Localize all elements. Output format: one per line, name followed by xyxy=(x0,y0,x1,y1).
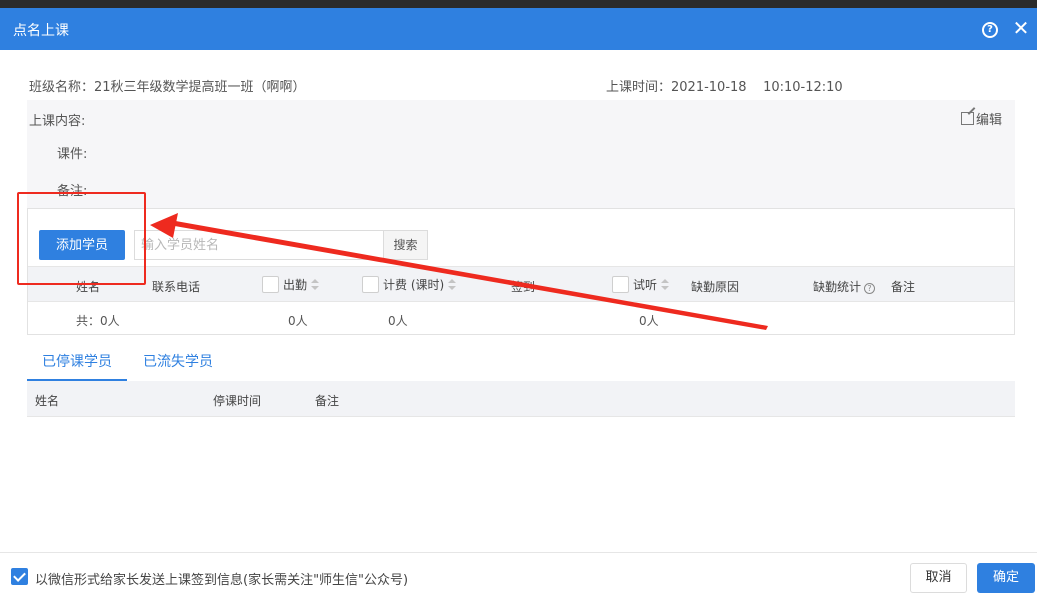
dialog-footer: 以微信形式给家长发送上课签到信息(家长需关注"师生信"公众号) 取消 确定 xyxy=(0,552,1037,604)
class-name-text: 班级名称：21秋三年级数学提高班一班（啊啊） xyxy=(29,80,306,95)
question-icon[interactable]: ? xyxy=(864,283,876,294)
attendance-checkbox[interactable] xyxy=(262,276,279,293)
confirm-button[interactable]: 确定 xyxy=(977,563,1035,593)
search-button[interactable]: 搜索 xyxy=(383,230,428,260)
content-section: 上课内容: 编辑 课件: 备注: xyxy=(27,100,1015,208)
student-table-header: 姓名 联系电话 出勤 计费 (课时) 签到 试听 缺勤原因 缺勤统计? 备注 xyxy=(28,266,1014,302)
col-stopped-name: 姓名 xyxy=(35,394,60,408)
wechat-notify-label[interactable]: 以微信形式给家长发送上课签到信息(家长需关注"师生信"公众号) xyxy=(35,569,408,588)
search-input[interactable] xyxy=(134,230,384,260)
dialog-title: 点名上课 xyxy=(13,23,69,39)
col-stop-time: 停课时间 xyxy=(213,394,262,408)
col-absence-stats: 缺勤统计? xyxy=(813,278,876,295)
check-icon[interactable] xyxy=(11,568,28,585)
sort-icon[interactable] xyxy=(448,279,457,291)
edit-label: 编辑 xyxy=(976,113,1003,128)
col-stopped-remark: 备注 xyxy=(315,394,340,408)
stopped-table-header: 姓名 停课时间 备注 xyxy=(27,381,1015,417)
student-tabs: 已停课学员 已流失学员 xyxy=(27,343,1015,381)
content-label: 上课内容: xyxy=(29,114,86,129)
edit-icon xyxy=(961,112,974,125)
sort-icon[interactable] xyxy=(661,279,670,291)
edit-button[interactable]: 编辑 xyxy=(961,109,1002,128)
col-absence-stats-label: 缺勤统计 xyxy=(813,280,862,294)
col-billing-label: 计费 (课时) xyxy=(383,278,445,292)
summary-total: 共：0人 xyxy=(76,314,120,328)
summary-trial: 0人 xyxy=(639,314,659,328)
top-strip xyxy=(0,0,1037,8)
courseware-label: 课件: xyxy=(57,147,88,162)
col-trial-label: 试听 xyxy=(633,278,658,292)
sort-icon[interactable] xyxy=(311,279,320,291)
note-label: 备注: xyxy=(57,184,88,199)
col-trial: 试听 xyxy=(612,276,670,293)
dialog-titlebar: 点名上课 ? ✕ xyxy=(0,8,1037,50)
close-icon[interactable]: ✕ xyxy=(1012,18,1030,38)
trial-checkbox[interactable] xyxy=(612,276,629,293)
cancel-button[interactable]: 取消 xyxy=(910,563,967,593)
billing-checkbox[interactable] xyxy=(362,276,379,293)
tab-lost-students[interactable]: 已流失学员 xyxy=(133,343,223,381)
col-billing: 计费 (课时) xyxy=(362,276,457,293)
student-table-summary: 共：0人 0人 0人 0人 xyxy=(28,302,1014,334)
col-phone: 联系电话 xyxy=(152,280,201,294)
col-sign-in: 签到 xyxy=(511,280,536,294)
col-remark: 备注 xyxy=(891,280,916,294)
col-attendance: 出勤 xyxy=(262,276,320,293)
col-attendance-label: 出勤 xyxy=(283,278,308,292)
col-absence-reason: 缺勤原因 xyxy=(691,280,740,294)
add-student-button[interactable]: 添加学员 xyxy=(39,230,125,260)
summary-billing: 0人 xyxy=(388,314,408,328)
summary-attendance: 0人 xyxy=(288,314,308,328)
col-name: 姓名 xyxy=(76,280,101,294)
class-time-text: 上课时间：2021-10-18 10:10-12:10 xyxy=(606,80,843,95)
student-panel: 添加学员 搜索 姓名 联系电话 出勤 计费 (课时) 签到 试听 缺勤原因 缺勤… xyxy=(27,208,1015,335)
help-icon[interactable]: ? xyxy=(982,22,998,38)
tab-stopped-students[interactable]: 已停课学员 xyxy=(27,343,127,381)
